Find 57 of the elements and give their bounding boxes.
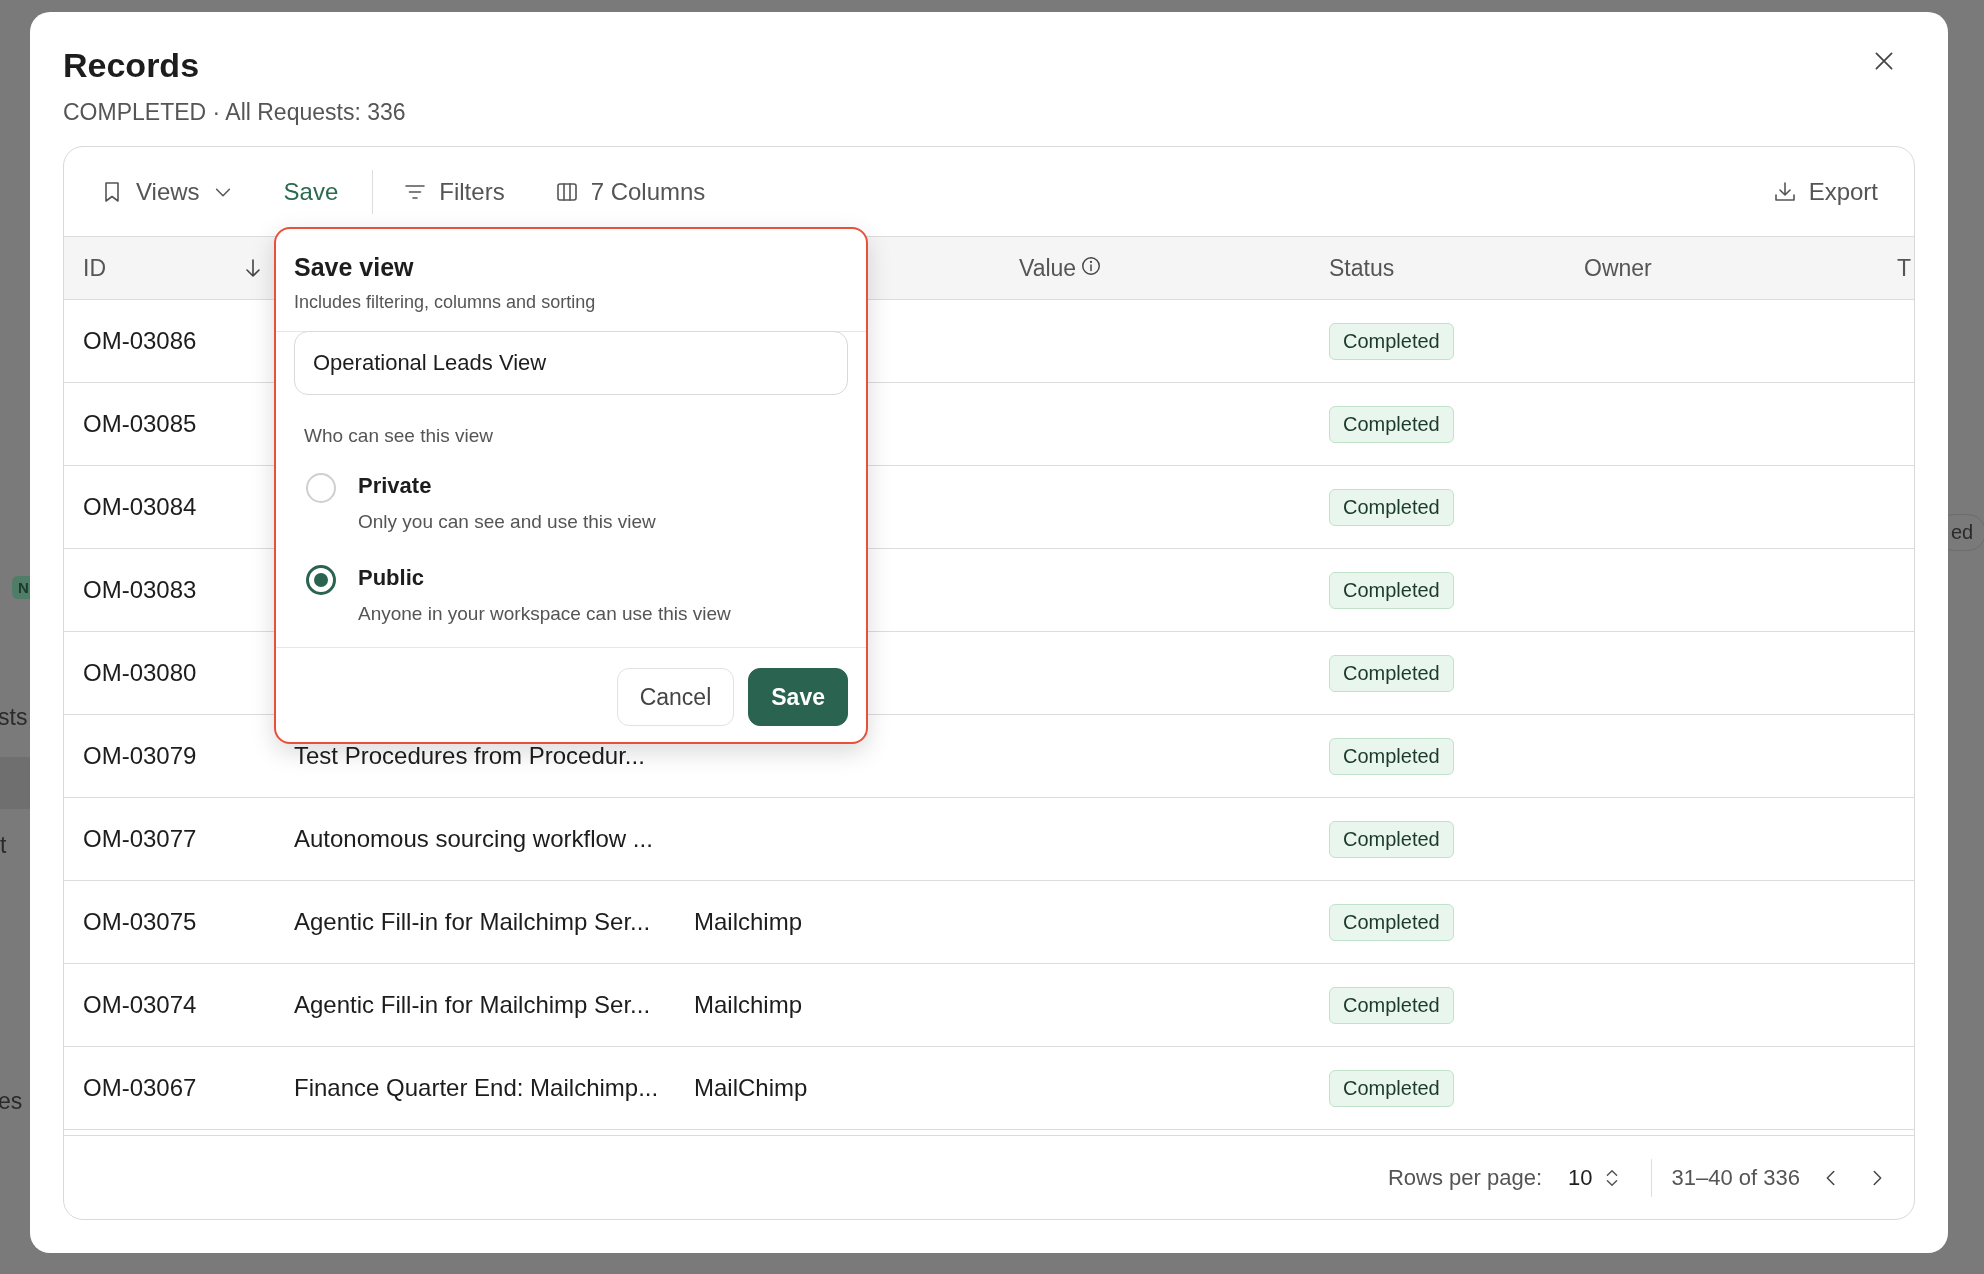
table-cell: OM-03084 (83, 493, 197, 521)
table-cell: MailChimp (694, 1074, 808, 1102)
table-cell: OM-03079 (83, 742, 197, 770)
table-cell: Autonomous sourcing workflow ... (294, 825, 653, 853)
status-badge: Completed (1329, 654, 1454, 692)
table-cell: OM-03075 (83, 908, 197, 936)
status-badge: Completed (1329, 405, 1454, 443)
option-label[interactable]: Public (358, 565, 731, 591)
table-cell: OM-03086 (83, 327, 197, 355)
rows-per-page-select[interactable]: 10 (1564, 1160, 1627, 1195)
option-description: Only you can see and use this view (358, 511, 656, 533)
info-icon[interactable] (1080, 255, 1103, 277)
popover-subtitle: Includes filtering, columns and sorting (294, 292, 597, 313)
rows-per-page-label: Rows per page: (1387, 1164, 1543, 1191)
table-cell: Agentic Fill-in for Mailchimp Ser... (294, 908, 651, 936)
status-badge: Completed (1329, 903, 1454, 941)
status-badge: Completed (1329, 737, 1454, 775)
cancel-button[interactable]: Cancel (616, 668, 735, 726)
table-cell: OM-03083 (83, 576, 197, 604)
table-cell: OM-03074 (83, 991, 197, 1019)
table-cell: Mailchimp (694, 908, 803, 936)
visibility-label: Who can see this view (303, 424, 495, 448)
view-name-field[interactable]: Operational Leads View (294, 331, 848, 395)
dialog-subtitle: COMPLETED · All Requests: 336 (63, 99, 406, 126)
export-button[interactable]: Export (1772, 171, 1878, 212)
download-icon (1772, 179, 1797, 204)
table-cell: Finance Quarter End: Mailchimp... (294, 1074, 659, 1102)
table-cell: Agentic Fill-in for Mailchimp Ser... (294, 991, 651, 1019)
column-header[interactable]: Status (1329, 254, 1395, 282)
status-badge: Completed (1329, 986, 1454, 1024)
save-button[interactable]: Save (748, 668, 848, 726)
page-range: 31–40 of 336 (1671, 1164, 1800, 1191)
status-badge: Completed (1329, 322, 1454, 360)
column-header[interactable]: ID (83, 254, 106, 282)
column-header[interactable]: T (1897, 254, 1912, 282)
status-badge: Completed (1329, 571, 1454, 609)
dialog-title: Records (63, 46, 201, 85)
status-badge: Completed (1329, 820, 1454, 858)
column-header[interactable]: Value (1019, 254, 1077, 282)
table-cell: Mailchimp (694, 991, 803, 1019)
columns-button[interactable]: 7 Columns (554, 171, 706, 212)
radio-button[interactable] (306, 565, 336, 595)
status-badge: Completed (1329, 1069, 1454, 1107)
table-cell: OM-03077 (83, 825, 197, 853)
column-header[interactable]: Owner (1584, 254, 1652, 282)
status-badge: Completed (1329, 488, 1454, 526)
option-label[interactable]: Private (358, 473, 656, 499)
popover-title: Save view (294, 253, 415, 282)
table-cell: OM-03067 (83, 1074, 197, 1102)
save-view-button[interactable]: Save (283, 171, 339, 212)
option-description: Anyone in your workspace can use this view (358, 603, 731, 625)
table-cell: OM-03080 (83, 659, 197, 687)
sidebar-text: t (0, 832, 7, 859)
table-cell: Test Procedures from Procedur... (294, 742, 645, 770)
filters-button[interactable]: Filters (403, 171, 505, 212)
views-dropdown[interactable]: Views (100, 171, 234, 212)
table-cell: OM-03085 (83, 410, 197, 438)
